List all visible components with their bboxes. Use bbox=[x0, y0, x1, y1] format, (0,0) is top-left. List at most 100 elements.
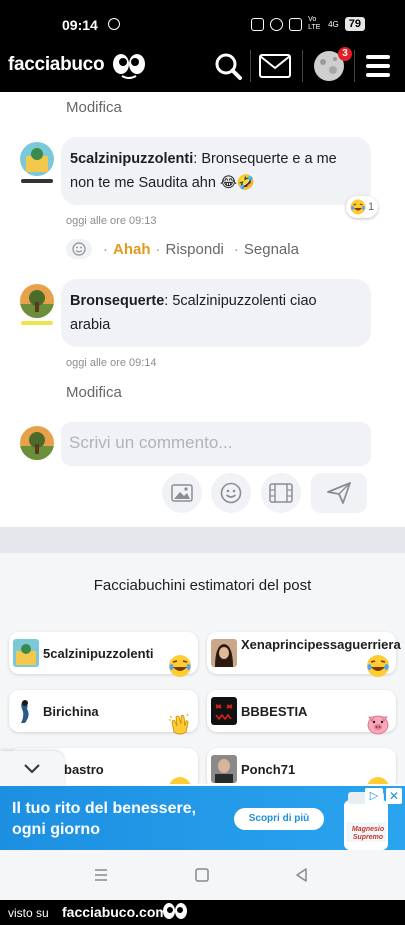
send-button[interactable] bbox=[311, 473, 367, 513]
network-label: Vo LTE bbox=[308, 16, 321, 31]
reaction-count: 1 bbox=[368, 201, 375, 213]
chevron-down-icon bbox=[24, 764, 40, 774]
alarm-icon bbox=[270, 17, 284, 31]
smiley-outline-icon bbox=[72, 242, 86, 256]
reply-link[interactable]: Rispondi bbox=[166, 241, 224, 258]
estimator-card[interactable]: Ponch71 bbox=[207, 748, 396, 784]
facciabuco-logo[interactable]: facciabuco bbox=[8, 54, 105, 76]
status-bar: 09:14 Vo LTE 4G 79 bbox=[0, 0, 405, 40]
image-icon bbox=[171, 484, 193, 502]
add-video-button[interactable] bbox=[261, 473, 301, 513]
estimator-card[interactable]: Xenaprincipessaguerriera bbox=[207, 632, 401, 677]
avatar-image-icon bbox=[20, 426, 54, 460]
header-divider bbox=[250, 50, 251, 82]
header-divider bbox=[354, 50, 355, 82]
system-navigation-bar bbox=[0, 850, 405, 900]
dot-separator: · bbox=[155, 240, 161, 258]
watermark-footer: visto su facciabuco.com bbox=[0, 900, 405, 925]
estimator-avatar bbox=[211, 755, 237, 783]
back-icon[interactable] bbox=[293, 866, 311, 884]
comment-bubble: Bronsequerte: 5calzinipuzzolenti ciao ar… bbox=[61, 279, 371, 347]
estimator-name: bastro bbox=[64, 762, 104, 777]
ahah-reaction-link[interactable]: Ahah bbox=[113, 241, 151, 258]
estimators-title: Facciabuchini estimatori del post bbox=[93, 577, 312, 594]
estimator-name: BBBESTIA bbox=[241, 704, 308, 719]
ad-info-icon[interactable]: ▷ bbox=[365, 788, 383, 804]
send-icon bbox=[327, 482, 351, 504]
estimator-name: Ponch71 bbox=[241, 762, 296, 777]
close-icon[interactable]: ✕ bbox=[386, 788, 402, 804]
estimator-avatar bbox=[211, 697, 237, 725]
ad-banner[interactable]: Il tuo rito del benessere, ogni giorno S… bbox=[0, 786, 405, 850]
laughing-emoji-icon bbox=[367, 655, 389, 677]
ad-cta-button[interactable]: Scopri di più bbox=[234, 808, 324, 830]
comment-timestamp: oggi alle ore 09:14 bbox=[66, 357, 157, 369]
avatar-image-icon bbox=[211, 639, 237, 667]
estimator-avatar bbox=[13, 697, 39, 725]
comment-author[interactable]: 5calzinipuzzolenti bbox=[70, 151, 193, 167]
logo-eyes-icon bbox=[163, 903, 187, 919]
avatar[interactable] bbox=[20, 142, 54, 176]
estimator-name: Xenaprincipessaguerriera bbox=[241, 637, 401, 652]
reaction-summary[interactable]: 1 bbox=[346, 196, 379, 218]
avatar[interactable] bbox=[20, 284, 54, 318]
status-icons: Vo LTE 4G 79 bbox=[251, 16, 365, 32]
pig-emoji-icon bbox=[367, 715, 389, 735]
estimator-avatar bbox=[13, 639, 39, 667]
whatsapp-icon bbox=[108, 18, 120, 30]
product-label: Magnesio Supremo bbox=[351, 826, 385, 841]
film-icon bbox=[269, 483, 293, 503]
dot-separator: · bbox=[233, 240, 239, 258]
avatar-image-icon bbox=[13, 697, 39, 725]
search-icon bbox=[215, 53, 242, 80]
edit-link[interactable]: Modifica bbox=[66, 99, 122, 116]
collapse-button[interactable] bbox=[0, 751, 64, 787]
clapping-hands-icon bbox=[169, 713, 189, 735]
section-divider bbox=[0, 527, 405, 553]
comment-timestamp: oggi alle ore 09:13 bbox=[66, 215, 157, 227]
hamburger-menu-icon bbox=[366, 55, 390, 77]
avatar-image-icon bbox=[20, 284, 54, 318]
comments-area: Modifica 5calzinipuzzolenti: Bronsequert… bbox=[0, 92, 405, 784]
add-emoji-button[interactable] bbox=[211, 473, 251, 513]
comment-bubble: 5calzinipuzzolenti: Bronsequerte e a me … bbox=[61, 137, 371, 205]
add-photo-button[interactable] bbox=[162, 473, 202, 513]
nfc-icon bbox=[251, 17, 265, 31]
mail-icon bbox=[259, 54, 291, 78]
estimator-card[interactable]: Birichina bbox=[9, 690, 198, 735]
comment-input[interactable]: Scrivi un commento... bbox=[61, 422, 371, 466]
comment-actions: · Ahah · Rispondi · Segnala bbox=[66, 239, 299, 259]
notification-badge: 3 bbox=[338, 47, 352, 61]
estimator-avatar bbox=[211, 639, 237, 667]
messages-button[interactable] bbox=[255, 48, 295, 84]
site-name: facciabuco.com bbox=[62, 904, 168, 920]
laughing-emoji-icon bbox=[169, 655, 191, 677]
laughing-emoji-icon bbox=[169, 777, 191, 784]
battery-indicator: 79 bbox=[344, 17, 365, 31]
estimator-name: 5calzinipuzzolenti bbox=[43, 646, 154, 661]
edit-link[interactable]: Modifica bbox=[66, 384, 122, 401]
avatar bbox=[20, 426, 54, 460]
laughing-emoji-icon bbox=[367, 777, 389, 784]
avatar-image-icon bbox=[13, 639, 39, 667]
seen-on-label: visto su bbox=[8, 906, 49, 920]
estimator-name: Birichina bbox=[43, 704, 99, 719]
logo-eyes-icon bbox=[113, 54, 145, 79]
user-level-bar bbox=[21, 321, 53, 325]
avatar-image-icon bbox=[20, 142, 54, 176]
menu-button[interactable] bbox=[360, 48, 400, 84]
header-divider bbox=[302, 50, 303, 82]
recent-apps-icon[interactable] bbox=[92, 866, 110, 884]
user-level-bar bbox=[21, 179, 53, 183]
search-button[interactable] bbox=[208, 48, 248, 84]
home-icon[interactable] bbox=[193, 866, 211, 884]
post-estimators-section: Facciabuchini estimatori del post 5calzi… bbox=[0, 553, 405, 784]
report-link[interactable]: Segnala bbox=[244, 241, 299, 258]
dot-separator: · bbox=[103, 240, 108, 258]
ad-headline: Il tuo rito del benessere, ogni giorno bbox=[12, 800, 197, 838]
add-reaction-button[interactable] bbox=[66, 239, 92, 259]
comment-author[interactable]: Bronsequerte bbox=[70, 293, 164, 309]
estimator-card[interactable]: BBBESTIA bbox=[207, 690, 396, 735]
estimator-card[interactable]: 5calzinipuzzolenti bbox=[9, 632, 198, 677]
vibrate-icon bbox=[289, 17, 303, 31]
